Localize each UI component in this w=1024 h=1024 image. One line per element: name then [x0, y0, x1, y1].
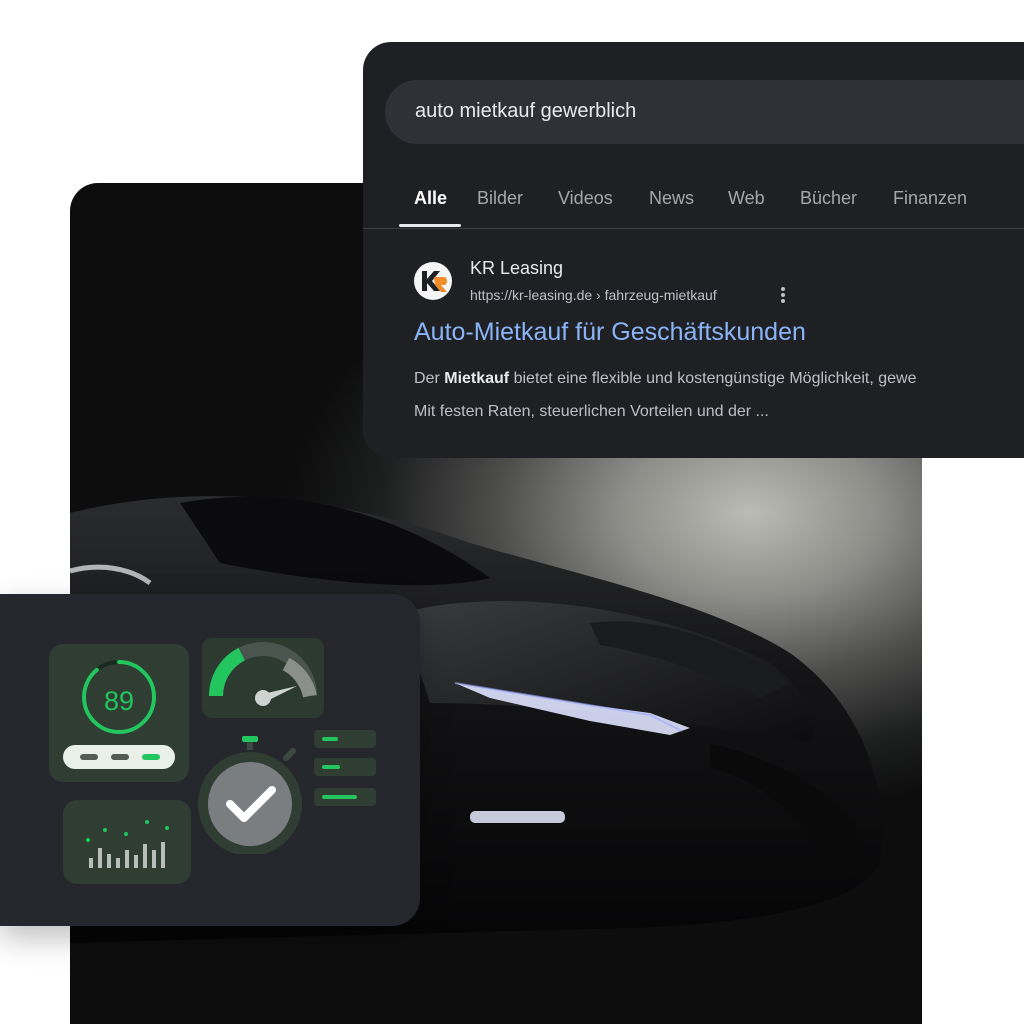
tab-videos[interactable]: Videos [558, 188, 613, 209]
search-input[interactable]: auto mietkauf gewerblich [385, 80, 1024, 144]
divider [363, 228, 1024, 229]
performance-score-tile: 89 [49, 644, 189, 782]
snippet-line-2: Mit festen Raten, steuerlichen Vorteilen… [414, 403, 769, 420]
snippet-text-pre: Der [414, 370, 445, 387]
mini-progress-bar [314, 730, 376, 748]
kr-leasing-favicon-icon[interactable] [414, 262, 452, 300]
metrics-dashboard-card: 89 [0, 594, 420, 926]
tab-web[interactable]: Web [728, 188, 765, 209]
bar-chart-tile [63, 800, 191, 884]
search-query-text[interactable]: auto mietkauf gewerblich [415, 100, 636, 123]
tab-buecher[interactable]: Bücher [800, 188, 857, 209]
result-url[interactable]: https://kr-leasing.de › fahrzeug-mietkau… [470, 287, 717, 303]
performance-score-value: 89 [103, 686, 135, 716]
more-options-icon[interactable] [779, 285, 787, 305]
search-results-panel: auto mietkauf gewerblich Alle Bilder Vid… [363, 42, 1024, 458]
mini-progress-bar [314, 758, 376, 776]
tab-alle[interactable]: Alle [414, 188, 447, 209]
speed-gauge-tile [202, 638, 324, 718]
result-snippet: Der Mietkauf bietet eine flexible und ko… [414, 362, 1024, 428]
tab-finanzen[interactable]: Finanzen [893, 188, 967, 209]
active-tab-indicator [399, 224, 461, 227]
tab-bilder[interactable]: Bilder [477, 188, 523, 209]
result-site-name[interactable]: KR Leasing [470, 258, 563, 279]
snippet-keyword: Mietkauf [444, 370, 510, 387]
snippet-text-post: bietet eine flexible und kostengünstige … [509, 370, 917, 387]
mini-progress-bar [314, 788, 376, 806]
result-title-link[interactable]: Auto-Mietkauf für Geschäftskunden [414, 318, 806, 347]
stopwatch-check-icon [196, 734, 304, 856]
tab-news[interactable]: News [649, 188, 694, 209]
